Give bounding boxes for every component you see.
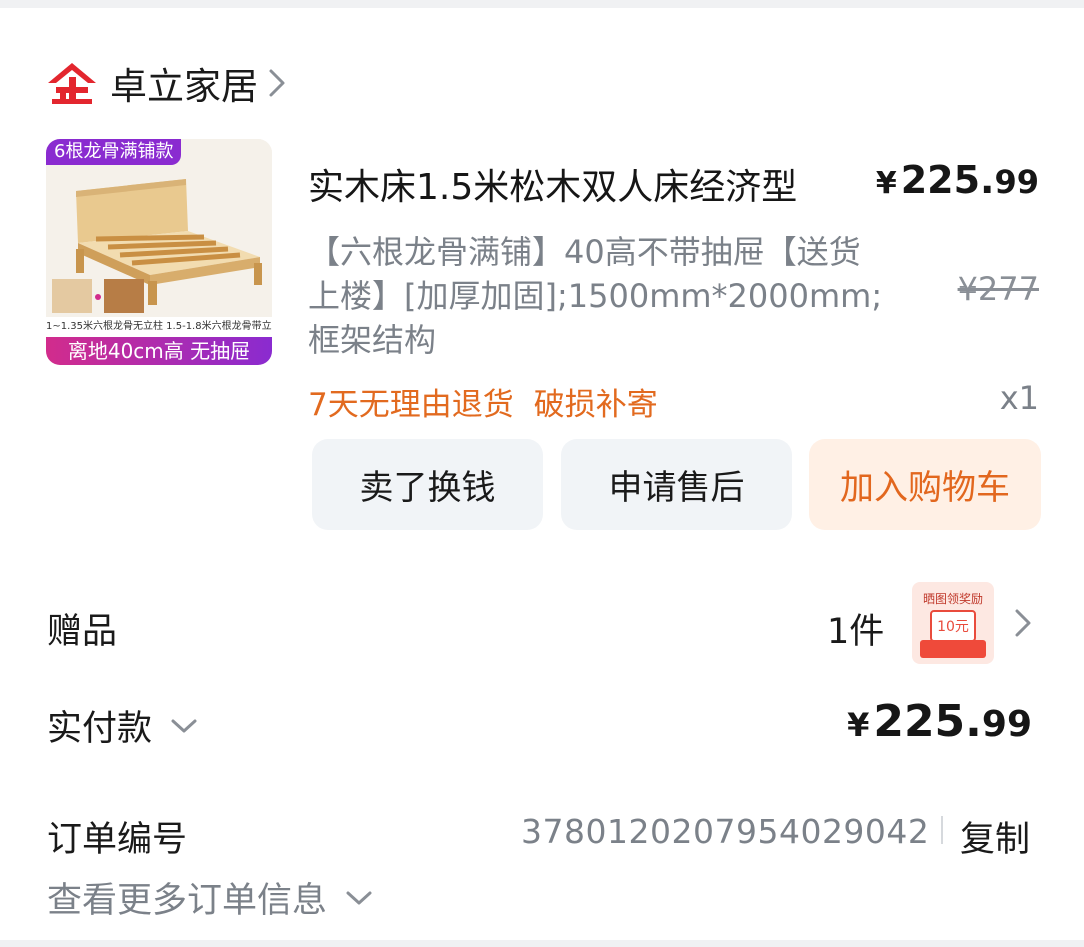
order-number: 3780120207954029042 bbox=[521, 812, 930, 851]
paid-label: 实付款 bbox=[47, 709, 153, 749]
product-spec: 【六根龙骨满铺】40高不带抽屉【送货上楼】[加厚加固];1500mm*2000m… bbox=[308, 233, 883, 359]
gift-image-value: 10元 bbox=[930, 610, 976, 642]
paid-amount: ¥225.99 bbox=[847, 696, 1032, 747]
gift-label: 赠品 bbox=[47, 612, 118, 652]
promise-damage: 破损补寄 bbox=[533, 387, 658, 423]
service-promises: 7天无理由退货 破损补寄 bbox=[308, 379, 658, 424]
chevron-down-icon[interactable] bbox=[170, 718, 198, 734]
gift-image-title: 晒图领奖励 bbox=[922, 592, 983, 606]
chevron-right-icon[interactable] bbox=[1014, 608, 1032, 638]
divider bbox=[941, 816, 943, 844]
order-number-label: 订单编号 bbox=[47, 820, 188, 860]
product-price: ¥225.99 bbox=[876, 158, 1039, 202]
product-title[interactable]: 实木床1.5米松木双人床经济型 bbox=[308, 158, 797, 210]
sell-button[interactable]: 卖了换钱 bbox=[312, 439, 543, 530]
image-tag: 6根龙骨满铺款 bbox=[46, 139, 182, 165]
add-to-cart-button[interactable]: 加入购物车 bbox=[809, 439, 1041, 530]
chevron-down-icon bbox=[346, 891, 372, 904]
price-symbol: ¥ bbox=[875, 166, 897, 201]
gift-thumbnail[interactable]: 晒图领奖励 10元 bbox=[912, 582, 994, 664]
aftersale-button[interactable]: 申请售后 bbox=[561, 439, 792, 530]
original-price: ¥277 bbox=[957, 270, 1039, 308]
chevron-right-icon bbox=[269, 69, 285, 97]
paid-symbol: ¥ bbox=[847, 706, 870, 744]
store-name[interactable]: 卓立家居 bbox=[110, 56, 258, 110]
order-card: 卓立家居 6根龙骨满铺款 1~1.35米六根龙骨无立柱 1.5-1.8米六根龙骨… bbox=[0, 8, 1084, 940]
product-image[interactable]: 6根龙骨满铺款 1~1.35米六根龙骨无立柱 1.5-1.8米六根龙骨带立柱 离… bbox=[46, 139, 272, 365]
price-decimal: 99 bbox=[994, 163, 1039, 201]
gift-envelope-icon bbox=[920, 640, 986, 658]
image-caption: 离地40cm高 无抽屉 bbox=[46, 337, 272, 365]
paid-integer: 225. bbox=[873, 696, 982, 747]
more-order-info-label: 查看更多订单信息 bbox=[47, 881, 328, 921]
image-strip: 1~1.35米六根龙骨无立柱 1.5-1.8米六根龙骨带立柱 bbox=[46, 317, 272, 337]
promise-return: 7天无理由退货 bbox=[308, 387, 514, 423]
gift-count[interactable]: 1件 bbox=[827, 603, 884, 654]
store-logo-icon bbox=[48, 63, 96, 104]
paid-row[interactable]: 实付款 bbox=[47, 700, 198, 751]
paid-decimal: 99 bbox=[981, 704, 1032, 745]
store-header[interactable]: 卓立家居 bbox=[46, 58, 286, 108]
price-integer: 225. bbox=[900, 158, 995, 202]
more-order-info[interactable]: 查看更多订单信息 bbox=[47, 872, 373, 923]
quantity: x1 bbox=[999, 379, 1039, 417]
copy-button[interactable]: 复制 bbox=[960, 811, 1030, 862]
